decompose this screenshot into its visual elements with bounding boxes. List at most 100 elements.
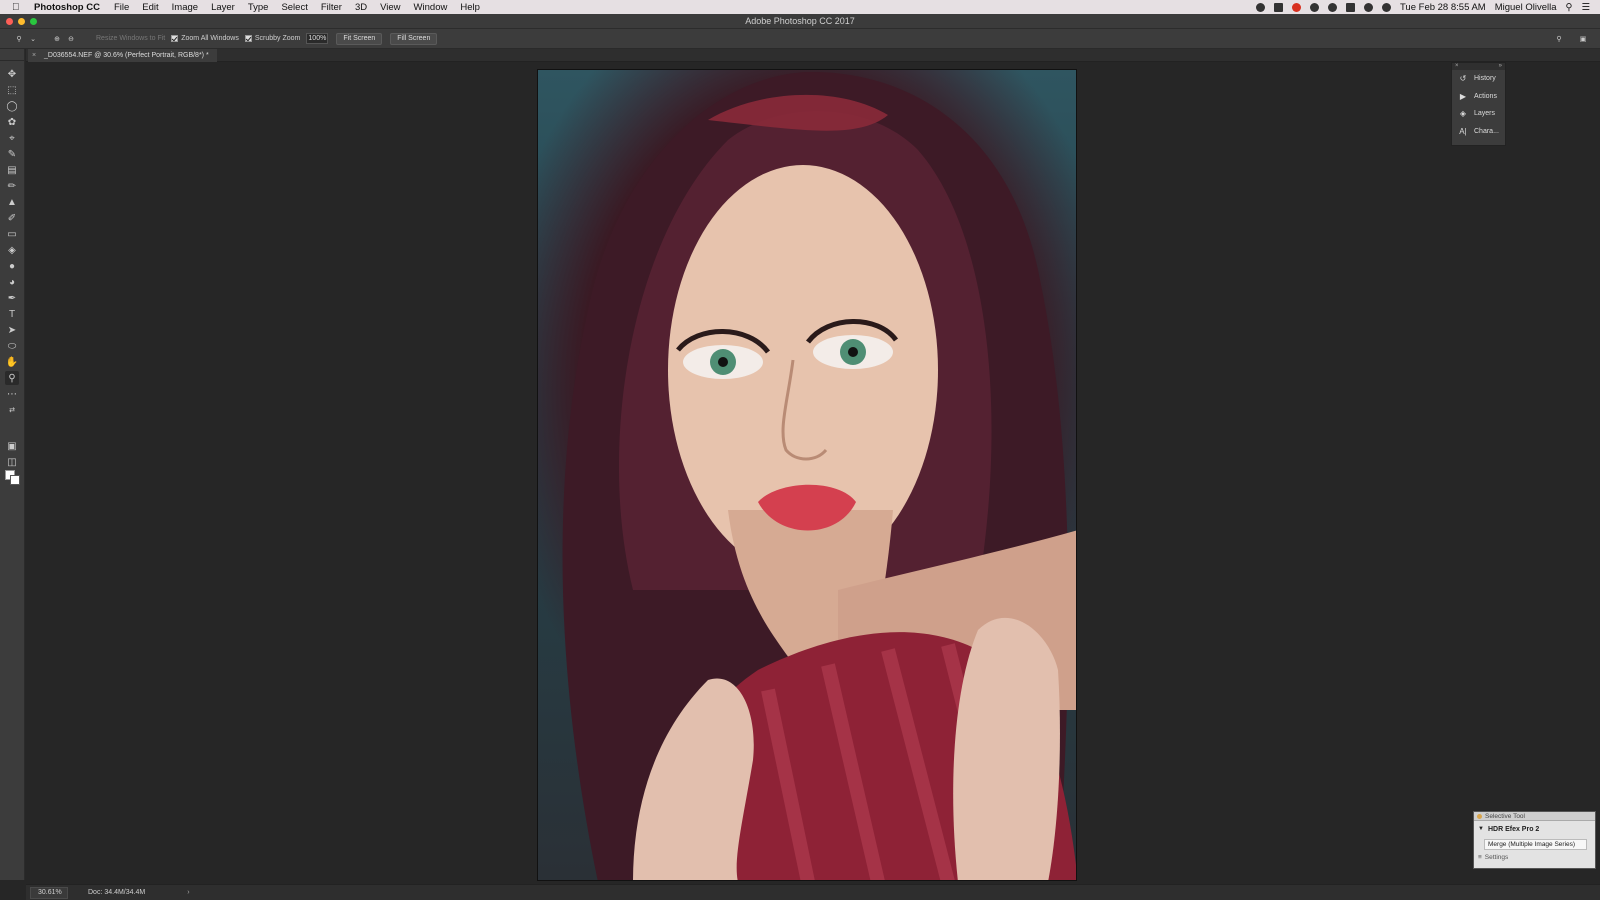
more-tools-icon[interactable]: ⋯: [5, 387, 19, 401]
apple-menu-icon[interactable]: : [12, 2, 26, 13]
zoom-level-field[interactable]: 30.61%: [30, 886, 68, 899]
zoom-in-icon[interactable]: ⊕: [50, 32, 64, 46]
volume-icon[interactable]: [1345, 2, 1355, 12]
close-tab-icon[interactable]: ×: [32, 49, 36, 62]
resize-windows-option[interactable]: Resize Windows to Fit: [96, 35, 165, 42]
workspace-icon[interactable]: ▣: [1576, 32, 1590, 46]
merge-button[interactable]: Merge (Multiple Image Series): [1484, 839, 1587, 850]
document-tab[interactable]: × _D036554.NEF @ 30.6% (Perfect Portrait…: [28, 49, 217, 62]
panel-history-label: History: [1474, 75, 1496, 83]
menu-select[interactable]: Select: [281, 2, 307, 13]
user-name[interactable]: Miguel Olivella: [1495, 2, 1557, 13]
quick-selection-tool-icon[interactable]: ✿: [5, 115, 19, 129]
creative-cloud-icon[interactable]: [1255, 2, 1265, 12]
options-right-icons: ⚲ ▣: [1552, 32, 1590, 46]
crop-tool-icon[interactable]: ⌖: [5, 131, 19, 145]
tool-options-bar: ⚲ ⌄ ⊕ ⊖ Resize Windows to Fit Zoom All W…: [0, 29, 1600, 49]
close-window-button[interactable]: [6, 18, 13, 25]
wifi-icon[interactable]: [1381, 2, 1391, 12]
hdr-efex-pro-item[interactable]: ▼ HDR Efex Pro 2: [1474, 821, 1595, 837]
default-colors-icon[interactable]: ⇄: [5, 403, 19, 417]
mac-menubar:  Photoshop CC File Edit Image Layer Typ…: [0, 0, 1600, 14]
notification-icon[interactable]: [1291, 2, 1301, 12]
menu-type[interactable]: Type: [248, 2, 269, 13]
history-icon: ↺: [1459, 74, 1467, 84]
move-tool-icon[interactable]: ✥: [5, 67, 19, 81]
status-bar: 30.61% Doc: 34.4M/34.4M ›: [26, 884, 1600, 900]
menu-3d[interactable]: 3D: [355, 2, 367, 13]
document-canvas[interactable]: [537, 69, 1077, 881]
tools-panel: ✥ ⬚ ◯ ✿ ⌖ ✎ ▤ ✏ ▲ ✐ ▭ ◈ ● ◕ ✒ T ➤ ⬭ ✋ ⚲ …: [0, 49, 25, 880]
notification-center-icon[interactable]: ☰: [1581, 2, 1590, 13]
zoom-out-icon[interactable]: ⊖: [64, 32, 78, 46]
app-menu[interactable]: Photoshop CC: [34, 2, 100, 13]
pen-tool-icon[interactable]: ✒: [5, 291, 19, 305]
time-machine-icon[interactable]: [1327, 2, 1337, 12]
checkbox-icon: [171, 35, 179, 42]
window-controls: [6, 18, 37, 25]
selective-tool-panel: Selective Tool ▼ HDR Efex Pro 2 Merge (M…: [1473, 811, 1596, 869]
fill-screen-button[interactable]: Fill Screen: [390, 32, 438, 45]
dropbox-icon[interactable]: [1273, 2, 1283, 12]
brush-tool-icon[interactable]: ✏: [5, 179, 19, 193]
search-icon[interactable]: ⚲: [1552, 32, 1566, 46]
hand-tool-icon[interactable]: ✋: [5, 355, 19, 369]
scrubby-zoom-checkbox[interactable]: Scrubby Zoom: [244, 35, 301, 42]
selective-tool-header[interactable]: Selective Tool: [1474, 812, 1595, 821]
menu-view[interactable]: View: [380, 2, 400, 13]
document-size-info[interactable]: Doc: 34.4M/34.4M: [88, 889, 145, 896]
paint-bucket-tool-icon[interactable]: ◈: [5, 243, 19, 257]
menu-file[interactable]: File: [114, 2, 129, 13]
dodge-tool-icon[interactable]: ◕: [5, 275, 19, 289]
ellipse-tool-icon[interactable]: ⬭: [5, 339, 19, 353]
bluetooth-icon[interactable]: [1309, 2, 1319, 12]
zoom-tool-icon[interactable]: ⚲: [5, 371, 19, 385]
disclosure-triangle-icon[interactable]: ▼: [1478, 826, 1484, 832]
zoom-tool-preset-icon[interactable]: ⚲: [12, 32, 26, 46]
history-brush-tool-icon[interactable]: ✐: [5, 211, 19, 225]
menu-filter[interactable]: Filter: [321, 2, 342, 13]
fit-screen-button[interactable]: Fit Screen: [336, 32, 383, 45]
eyedropper-tool-icon[interactable]: ✎: [5, 147, 19, 161]
status-menu-arrow-icon[interactable]: ›: [187, 889, 189, 896]
type-tool-icon[interactable]: T: [5, 307, 19, 321]
window-titlebar: Adobe Photoshop CC 2017: [0, 14, 1600, 29]
airplay-icon[interactable]: [1363, 2, 1373, 12]
selective-tool-title: Selective Tool: [1485, 812, 1525, 820]
healing-brush-tool-icon[interactable]: ▤: [5, 163, 19, 177]
spotlight-icon[interactable]: ⚲: [1566, 2, 1573, 13]
quick-mask-icon[interactable]: ▣: [5, 439, 19, 453]
maximize-window-button[interactable]: [30, 18, 37, 25]
blur-tool-icon[interactable]: ●: [5, 259, 19, 273]
toolbar-grip[interactable]: [0, 49, 24, 61]
clone-stamp-tool-icon[interactable]: ▲: [5, 195, 19, 209]
eraser-tool-icon[interactable]: ▭: [5, 227, 19, 241]
background-color-swatch[interactable]: [10, 475, 20, 485]
lasso-tool-icon[interactable]: ◯: [5, 99, 19, 113]
zoom-percent-field[interactable]: 100%: [306, 33, 329, 44]
panel-actions[interactable]: ▶ Actions: [1452, 88, 1505, 106]
panel-history[interactable]: ↺ History: [1452, 70, 1505, 88]
close-dock-icon[interactable]: ×: [1455, 63, 1459, 70]
expand-dock-icon[interactable]: »: [1499, 63, 1502, 70]
scrubby-zoom-label: Scrubby Zoom: [254, 35, 301, 42]
portrait-photo: [562, 71, 1076, 880]
clock[interactable]: Tue Feb 28 8:55 AM: [1400, 2, 1486, 13]
menu-window[interactable]: Window: [414, 2, 448, 13]
minimize-window-button[interactable]: [18, 18, 25, 25]
menu-layer[interactable]: Layer: [211, 2, 235, 13]
settings-label: Settings: [1484, 853, 1509, 861]
panel-actions-label: Actions: [1474, 92, 1497, 100]
panel-character[interactable]: A| Chara...: [1452, 123, 1505, 141]
screen-mode-icon[interactable]: ◫: [5, 455, 19, 469]
menu-edit[interactable]: Edit: [142, 2, 158, 13]
settings-item[interactable]: ≡ Settings: [1474, 852, 1595, 862]
menu-help[interactable]: Help: [460, 2, 480, 13]
zoom-all-windows-checkbox[interactable]: Zoom All Windows: [171, 35, 239, 42]
chevron-down-icon[interactable]: ⌄: [26, 32, 40, 46]
marquee-tool-icon[interactable]: ⬚: [5, 83, 19, 97]
menu-image[interactable]: Image: [172, 2, 198, 13]
panel-dock-header[interactable]: × »: [1452, 63, 1505, 70]
panel-layers[interactable]: ◈ Layers: [1452, 105, 1505, 123]
path-selection-tool-icon[interactable]: ➤: [5, 323, 19, 337]
